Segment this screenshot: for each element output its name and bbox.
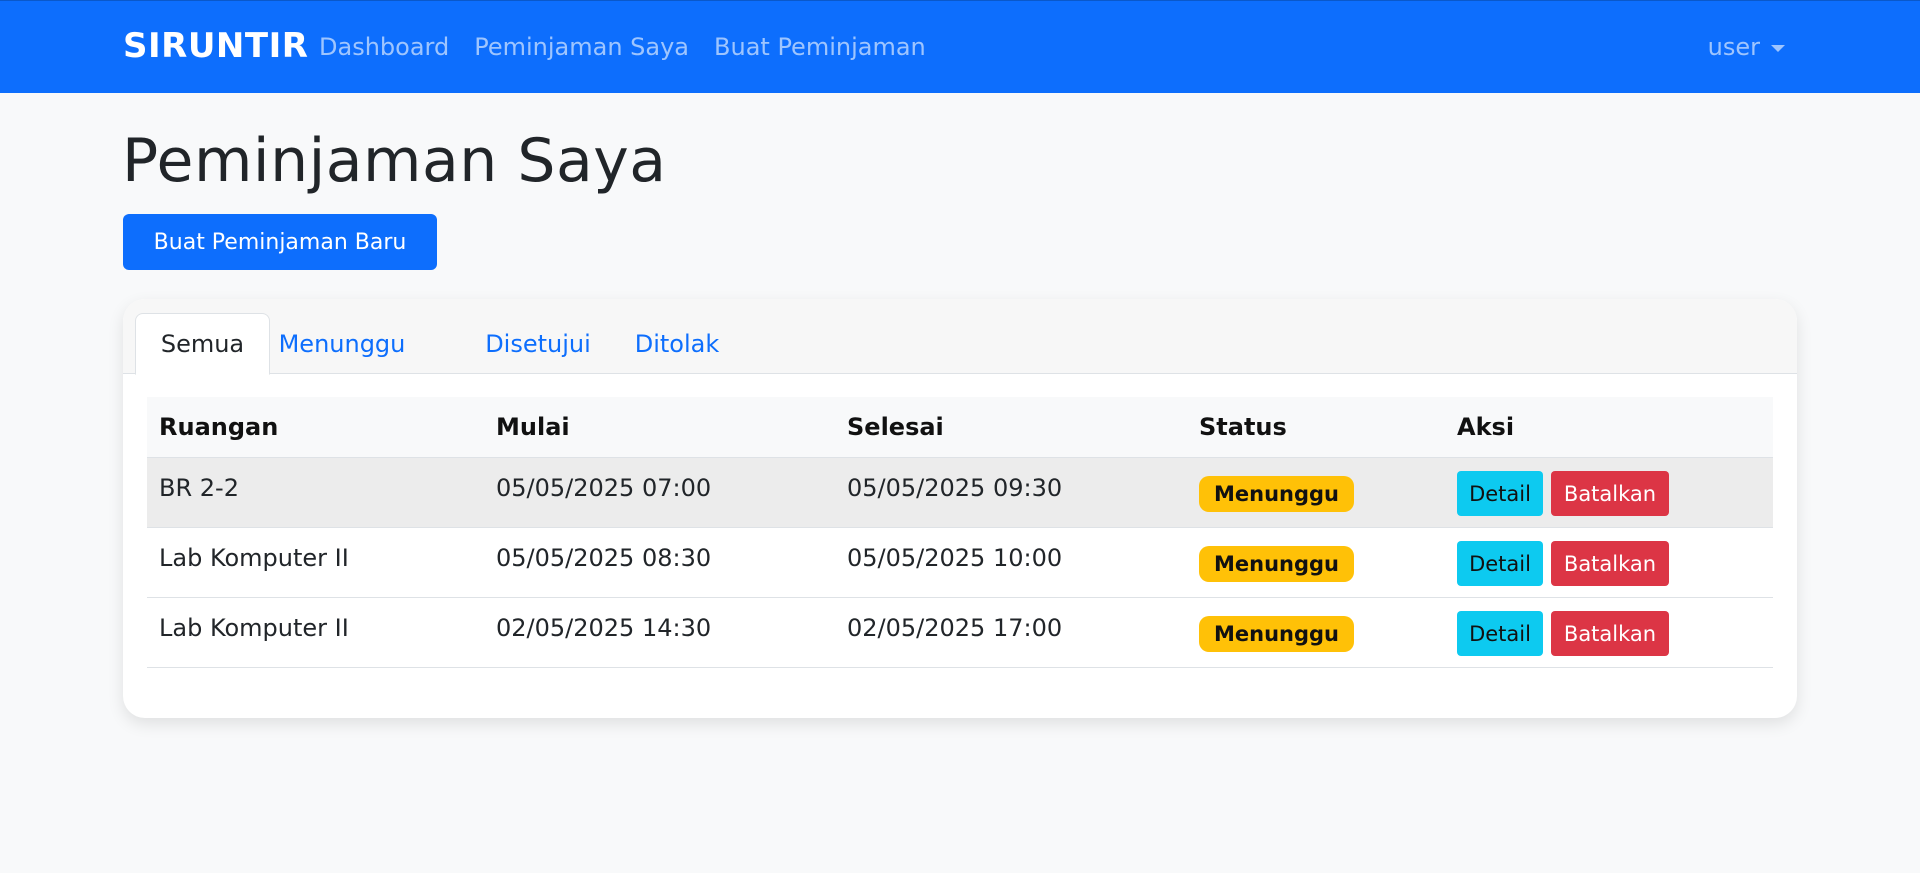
loans-table: Ruangan Mulai Selesai Status Aksi BR 2-2…	[147, 397, 1773, 668]
nav-links: Dashboard Peminjaman Saya Buat Peminjama…	[319, 33, 951, 61]
actions-cell: Detail Batalkan	[1457, 528, 1669, 597]
cancel-button[interactable]: Batalkan	[1551, 471, 1669, 516]
column-header-aksi: Aksi	[1457, 413, 1515, 441]
room-cell: Lab Komputer II	[159, 613, 349, 642]
tab-disetujui[interactable]: Disetujui	[460, 313, 616, 375]
status-cell: Menunggu	[1199, 598, 1355, 667]
end-cell: 02/05/2025 17:00	[847, 613, 1063, 642]
column-header-status: Status	[1199, 413, 1287, 441]
column-header-mulai: Mulai	[496, 413, 570, 441]
detail-button[interactable]: Detail	[1457, 541, 1543, 586]
room-cell: Lab Komputer II	[159, 543, 349, 572]
end-cell: 05/05/2025 10:00	[847, 543, 1063, 572]
tab-menunggu[interactable]: Menunggu	[272, 313, 412, 375]
cancel-button[interactable]: Batalkan	[1551, 541, 1669, 586]
actions-cell: Detail Batalkan	[1457, 458, 1669, 527]
status-badge: Menunggu	[1199, 615, 1355, 652]
table-row: Lab Komputer II 02/05/2025 14:30 02/05/2…	[147, 598, 1773, 668]
start-cell: 05/05/2025 08:30	[496, 543, 712, 572]
status-cell: Menunggu	[1199, 528, 1355, 597]
nav-link-buat-peminjaman[interactable]: Buat Peminjaman	[714, 33, 926, 61]
table-row: BR 2-2 05/05/2025 07:00 05/05/2025 09:30…	[147, 458, 1773, 528]
column-header-ruangan: Ruangan	[159, 413, 279, 441]
column-header-selesai: Selesai	[847, 413, 944, 441]
start-cell: 05/05/2025 07:00	[496, 473, 712, 502]
status-badge: Menunggu	[1199, 545, 1355, 582]
start-cell: 02/05/2025 14:30	[496, 613, 712, 642]
detail-button[interactable]: Detail	[1457, 611, 1543, 656]
user-dropdown[interactable]: user	[1708, 33, 1785, 61]
brand-logo[interactable]: SIRUNTIR	[123, 26, 308, 66]
page-title: Peminjaman Saya	[122, 126, 667, 196]
caret-down-icon	[1771, 44, 1785, 52]
tab-bar: Semua Menunggu Disetujui Ditolak	[123, 299, 1797, 375]
nav-link-peminjaman-saya[interactable]: Peminjaman Saya	[474, 33, 689, 61]
user-label: user	[1707, 33, 1760, 61]
tab-semua[interactable]: Semua	[135, 313, 270, 375]
table-header: Ruangan Mulai Selesai Status Aksi	[147, 397, 1773, 458]
nav-link-dashboard[interactable]: Dashboard	[319, 33, 449, 61]
status-cell: Menunggu	[1199, 458, 1355, 527]
new-loan-button[interactable]: Buat Peminjaman Baru	[123, 214, 437, 270]
room-cell: BR 2-2	[159, 473, 239, 502]
top-navbar: SIRUNTIR Dashboard Peminjaman Saya Buat …	[0, 0, 1920, 93]
status-badge: Menunggu	[1199, 475, 1355, 512]
detail-button[interactable]: Detail	[1457, 471, 1543, 516]
cancel-button[interactable]: Batalkan	[1551, 611, 1669, 656]
table-row: Lab Komputer II 05/05/2025 08:30 05/05/2…	[147, 528, 1773, 598]
end-cell: 05/05/2025 09:30	[847, 473, 1063, 502]
loans-card: Semua Menunggu Disetujui Ditolak Ruangan…	[123, 299, 1797, 718]
tab-ditolak[interactable]: Ditolak	[608, 313, 746, 375]
actions-cell: Detail Batalkan	[1457, 598, 1669, 667]
